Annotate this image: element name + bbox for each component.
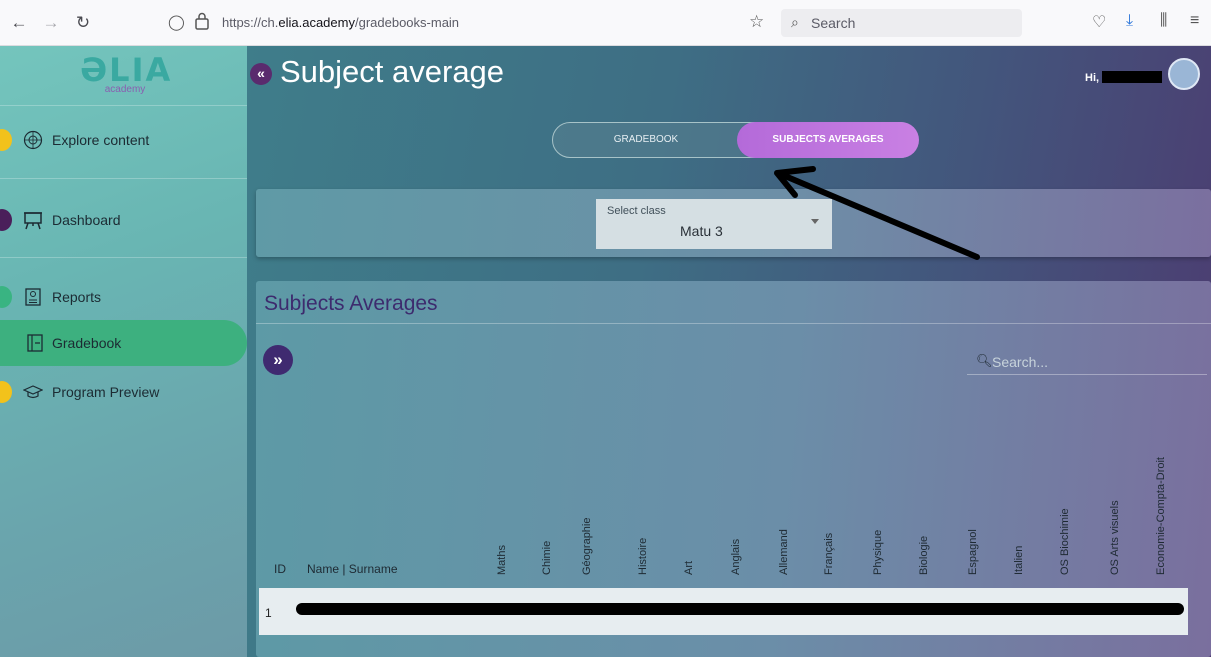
indicator-dot [0,286,12,308]
pocket-icon[interactable]: ♡ [1092,12,1106,32]
column-header-physique[interactable]: Physique [872,530,884,575]
column-header-os-arts-visuels[interactable]: OS Arts visuels [1109,500,1121,575]
sidebar-divider [0,178,247,179]
indicator-dot [0,209,12,231]
sidebar-item-label: Program Preview [52,384,160,400]
bookmark-star-icon[interactable]: ☆ [749,12,764,32]
sidebar-item-program-preview[interactable]: Program Preview [0,369,247,415]
report-icon [25,288,41,306]
menu-icon[interactable]: ≡ [1190,12,1199,30]
address-bar[interactable]: ◯ https://ch.elia.academy/gradebooks-mai… [166,9,766,37]
class-select-panel: Select class Matu 3 [256,189,1211,257]
sidebar-item-label: Dashboard [52,212,121,228]
presentation-board-icon [24,212,42,230]
column-header-histoire[interactable]: Histoire [637,538,649,575]
indicator-dot [0,129,12,151]
class-select-caption: Select class [607,205,666,217]
indicator-dot [0,381,12,403]
tab-gradebook[interactable]: GRADEBOOK [553,123,739,157]
column-header-maths[interactable]: Maths [496,545,508,575]
subjects-averages-card: Subjects Averages » 🔍︎ Search... ID Name… [256,281,1211,657]
redacted-row-content [296,603,1184,615]
table-search-placeholder: Search... [992,354,1049,370]
column-header-id[interactable]: ID [274,562,286,576]
sidebar-item-label: Reports [52,289,102,305]
browser-search-placeholder: Search [811,15,856,31]
gradebook-icon [27,334,43,352]
sidebar-item-explore-content[interactable]: Explore content [0,117,247,163]
column-header-name[interactable]: Name | Surname [307,562,398,576]
sidebar-item-reports[interactable]: Reports [0,274,247,320]
expand-button[interactable]: » [263,345,293,375]
column-header-economie-compta-droit[interactable]: Economie-Compta-Droit [1155,457,1167,575]
compass-icon [23,130,43,150]
tab-subjects-averages[interactable]: SUBJECTS AVERAGES [737,122,919,158]
sidebar-item-label: Explore content [52,132,150,148]
class-select[interactable]: Select class Matu 3 [596,199,832,249]
avatar[interactable] [1168,58,1200,90]
sidebar-divider [0,257,247,258]
reload-icon[interactable]: ↻ [72,12,94,34]
column-header-anglais[interactable]: Anglais [730,539,742,575]
download-icon[interactable]: ⤓ [1126,12,1133,30]
sidebar: ƏLIA academy Explore content Dashboard R… [0,46,247,657]
chevron-down-icon [811,219,819,224]
graduation-cap-icon [23,385,43,399]
shield-icon[interactable]: ◯ [168,13,185,31]
url-path: /gradebooks-main [354,15,460,30]
class-select-value: Matu 3 [680,223,723,239]
section-title: Subjects Averages [264,292,438,315]
column-header-os-biochimie[interactable]: OS Biochimie [1059,508,1071,575]
url-prefix: https://ch. [222,15,279,30]
sidebar-item-dashboard[interactable]: Dashboard [0,197,247,243]
sidebar-item-gradebook[interactable]: Gradebook [0,320,247,366]
column-header-geographie[interactable]: Géographie [581,518,593,576]
greeting: Hi, [1085,72,1100,84]
sidebar-divider [0,105,247,106]
section-divider [256,323,1211,324]
lock-icon[interactable] [195,12,209,30]
page-title: Subject average [280,54,505,89]
collapse-sidebar-button[interactable]: « [250,63,272,85]
column-header-italien[interactable]: Italien [1013,546,1025,575]
column-header-biologie[interactable]: Biologie [918,536,930,575]
table-row[interactable]: 1 [259,588,1188,635]
search-icon: ⌕ [791,14,799,30]
column-header-art[interactable]: Art [683,561,695,575]
column-header-francais[interactable]: Français [823,533,835,575]
logo-word: ƏLIA [80,51,173,89]
browser-search-input[interactable]: ⌕ Search [781,9,1022,37]
table-search-input[interactable]: 🔍︎ Search... [967,351,1207,375]
elia-logo[interactable]: ƏLIA academy [80,52,170,102]
column-header-allemand[interactable]: Allemand [778,529,790,575]
column-header-espagnol[interactable]: Espagnol [967,529,979,575]
url-domain: elia.academy [278,15,355,30]
column-header-chimie[interactable]: Chimie [541,541,553,575]
search-icon: 🔍︎ [976,353,993,368]
library-icon[interactable]: ⫼ [1160,12,1167,30]
browser-toolbar: ← → ↻ ◯ https://ch.elia.academy/gradeboo… [0,0,1211,46]
view-toggle: GRADEBOOK SUBJECTS AVERAGES [552,122,919,158]
redacted-username [1102,71,1162,83]
forward-icon[interactable]: → [40,12,62,34]
url-text[interactable]: https://ch.elia.academy/gradebooks-main [222,15,459,30]
sidebar-item-label: Gradebook [52,335,122,351]
main-content: « Subject average Hi, GRADEBOOK SUBJECTS… [247,46,1211,657]
row-id: 1 [265,606,272,620]
back-icon[interactable]: ← [8,12,30,34]
